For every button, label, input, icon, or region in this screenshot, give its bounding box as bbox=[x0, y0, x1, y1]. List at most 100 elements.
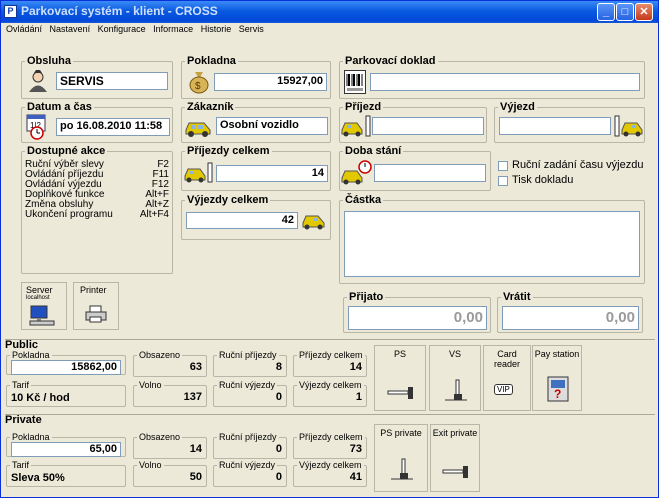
castka-group: Částka bbox=[339, 194, 645, 284]
ps-private-tile[interactable]: PS private bbox=[374, 424, 428, 492]
window-title: Parkovací systém - klient - CROSS bbox=[21, 4, 218, 18]
car-in-icon bbox=[184, 162, 213, 183]
private-tarif-group: Tarif Sleva 50% bbox=[6, 460, 126, 487]
vs-tile[interactable]: VS bbox=[429, 345, 481, 411]
public-prijezdy-celkem-group: Příjezdy celkem 14 bbox=[293, 350, 367, 377]
public-vyjezdy-celkem-value: 1 bbox=[355, 391, 362, 403]
private-obsazeno-group: Obsazeno 14 bbox=[133, 432, 207, 459]
public-rucni-vyjezdy-value: 0 bbox=[275, 391, 282, 403]
minimize-button[interactable]: _ bbox=[597, 3, 615, 21]
prijezd-label: Příjezd bbox=[343, 101, 384, 113]
castka-field bbox=[344, 211, 640, 277]
vyjezdy-celkem-label: Výjezdy celkem bbox=[185, 194, 271, 206]
printer-icon bbox=[85, 305, 107, 323]
menu-informace[interactable]: Informace bbox=[153, 23, 193, 36]
print-receipt-checkbox[interactable] bbox=[498, 176, 508, 186]
private-prijezdy-celkem-value: 73 bbox=[349, 443, 362, 455]
prijato-field[interactable]: 0,00 bbox=[348, 306, 487, 330]
private-pokladna-group: Pokladna 65,00 bbox=[6, 432, 126, 457]
prijezd-group: Příjezd bbox=[339, 101, 487, 143]
private-volno-label: Volno bbox=[137, 460, 164, 470]
private-tarif-label: Tarif bbox=[10, 460, 32, 470]
server-host: localhost bbox=[26, 295, 50, 301]
doklad-group: Parkovací doklad bbox=[339, 55, 645, 99]
public-rucni-vyjezdy-label: Ruční výjezdy bbox=[217, 380, 278, 390]
doklad-field[interactable] bbox=[370, 73, 640, 91]
datum-group: Datum a čas 1|2 po 16.08.2010 11:58 bbox=[21, 101, 173, 143]
vratit-label: Vrátit bbox=[501, 291, 533, 303]
prijezd-field bbox=[372, 117, 484, 135]
ps-label: PS bbox=[393, 349, 406, 359]
private-rucni-prijezdy-group: Ruční příjezdy 0 bbox=[213, 432, 287, 459]
menu-servis[interactable]: Servis bbox=[239, 23, 264, 36]
close-button[interactable]: ✕ bbox=[635, 3, 653, 21]
menu-konfigurace[interactable]: Konfigurace bbox=[98, 23, 146, 36]
public-prijezdy-celkem-label: Příjezdy celkem bbox=[297, 350, 365, 360]
private-rucni-vyjezdy-group: Ruční výjezdy 0 bbox=[213, 460, 287, 487]
calendar-clock-icon: 1|2 bbox=[26, 114, 46, 140]
akce-item[interactable]: Ukončení programu Alt+F4 bbox=[25, 210, 169, 220]
server-label: Server bbox=[26, 285, 53, 295]
ps-tile[interactable]: PS bbox=[374, 345, 426, 411]
private-pokladna-label: Pokladna bbox=[10, 432, 52, 442]
car-out-icon bbox=[302, 215, 325, 230]
card-reader-label: Card reader bbox=[493, 349, 520, 369]
public-pokladna-field: 15862,00 bbox=[11, 360, 121, 375]
private-volno-value: 50 bbox=[189, 471, 202, 483]
menu-bar: Ovládání Nastavení Konfigurace Informace… bbox=[1, 23, 658, 36]
public-rucni-prijezdy-group: Ruční příjezdy 8 bbox=[213, 350, 287, 377]
private-prijezdy-celkem-label: Příjezdy celkem bbox=[297, 432, 365, 442]
pay-station-icon: ? bbox=[547, 376, 569, 402]
prijezdy-celkem-field: 14 bbox=[216, 165, 328, 182]
vyjezd-label: Výjezd bbox=[498, 101, 537, 113]
public-prijezdy-celkem-value: 14 bbox=[349, 361, 362, 373]
manual-exit-time-checkbox[interactable] bbox=[498, 161, 508, 171]
pay-station-tile[interactable]: Pay station ? bbox=[532, 345, 582, 411]
exit-private-label: Exit private bbox=[432, 428, 478, 438]
prijezdy-celkem-label: Příjezdy celkem bbox=[185, 145, 272, 157]
svg-text:?: ? bbox=[554, 387, 561, 401]
zakaznik-label: Zákazník bbox=[185, 101, 236, 113]
barcode-icon bbox=[344, 70, 366, 94]
vyjezdy-celkem-field: 42 bbox=[186, 212, 298, 229]
private-prijezdy-celkem-group: Příjezdy celkem 73 bbox=[293, 432, 367, 459]
svg-text:$: $ bbox=[195, 81, 201, 92]
public-rucni-prijezdy-value: 8 bbox=[275, 361, 282, 373]
public-volno-value: 137 bbox=[183, 391, 202, 403]
car-icon bbox=[185, 122, 211, 137]
private-obsazeno-label: Obsazeno bbox=[137, 432, 183, 442]
exit-private-tile[interactable]: Exit private bbox=[430, 424, 480, 492]
public-obsazeno-value: 63 bbox=[189, 361, 202, 373]
public-tarif-label: Tarif bbox=[10, 380, 32, 390]
akce-list: Ruční výběr slevy F2 Ovládání příjezdu F11 O… bbox=[25, 160, 169, 220]
computer-icon bbox=[29, 305, 55, 326]
private-rucni-vyjezdy-label: Ruční výjezdy bbox=[217, 460, 278, 470]
car-entry-icon bbox=[341, 115, 371, 137]
menu-nastaveni[interactable]: Nastavení bbox=[50, 23, 91, 36]
title-bar[interactable]: P Parkovací systém - klient - CROSS _ □ … bbox=[1, 1, 658, 23]
card-reader-tile[interactable]: Card reader VIP bbox=[483, 345, 531, 411]
zakaznik-field[interactable]: Osobní vozidlo bbox=[216, 117, 328, 135]
operator-icon bbox=[29, 70, 47, 92]
doklad-label: Parkovací doklad bbox=[343, 55, 438, 67]
public-vyjezdy-celkem-label: Výjezdy celkem bbox=[297, 380, 364, 390]
barrier-closed-icon bbox=[387, 387, 413, 399]
server-tile[interactable]: Server localhost bbox=[21, 282, 67, 330]
menu-ovladani[interactable]: Ovládání bbox=[6, 23, 42, 36]
vratit-field: 0,00 bbox=[502, 306, 639, 330]
public-vyjezdy-celkem-group: Výjezdy celkem 1 bbox=[293, 380, 367, 407]
private-label: Private bbox=[5, 414, 42, 426]
prijato-label: Přijato bbox=[347, 291, 386, 303]
private-vyjezdy-celkem-group: Výjezdy celkem 41 bbox=[293, 460, 367, 487]
pokladna-field: 15927,00 bbox=[214, 73, 327, 91]
private-volno-group: Volno 50 bbox=[133, 460, 207, 487]
manual-exit-time-label: Ruční zadání času výjezdu bbox=[512, 159, 644, 171]
barrier-closed-private-icon bbox=[442, 466, 468, 478]
printer-tile[interactable]: Printer bbox=[73, 282, 119, 330]
barrier-open-icon bbox=[445, 379, 467, 401]
obsluha-field[interactable]: SERVIS bbox=[56, 72, 168, 90]
menu-historie[interactable]: Historie bbox=[201, 23, 232, 36]
public-rucni-prijezdy-label: Ruční příjezdy bbox=[217, 350, 279, 360]
castka-label: Částka bbox=[343, 194, 384, 206]
maximize-button[interactable]: □ bbox=[616, 3, 634, 21]
